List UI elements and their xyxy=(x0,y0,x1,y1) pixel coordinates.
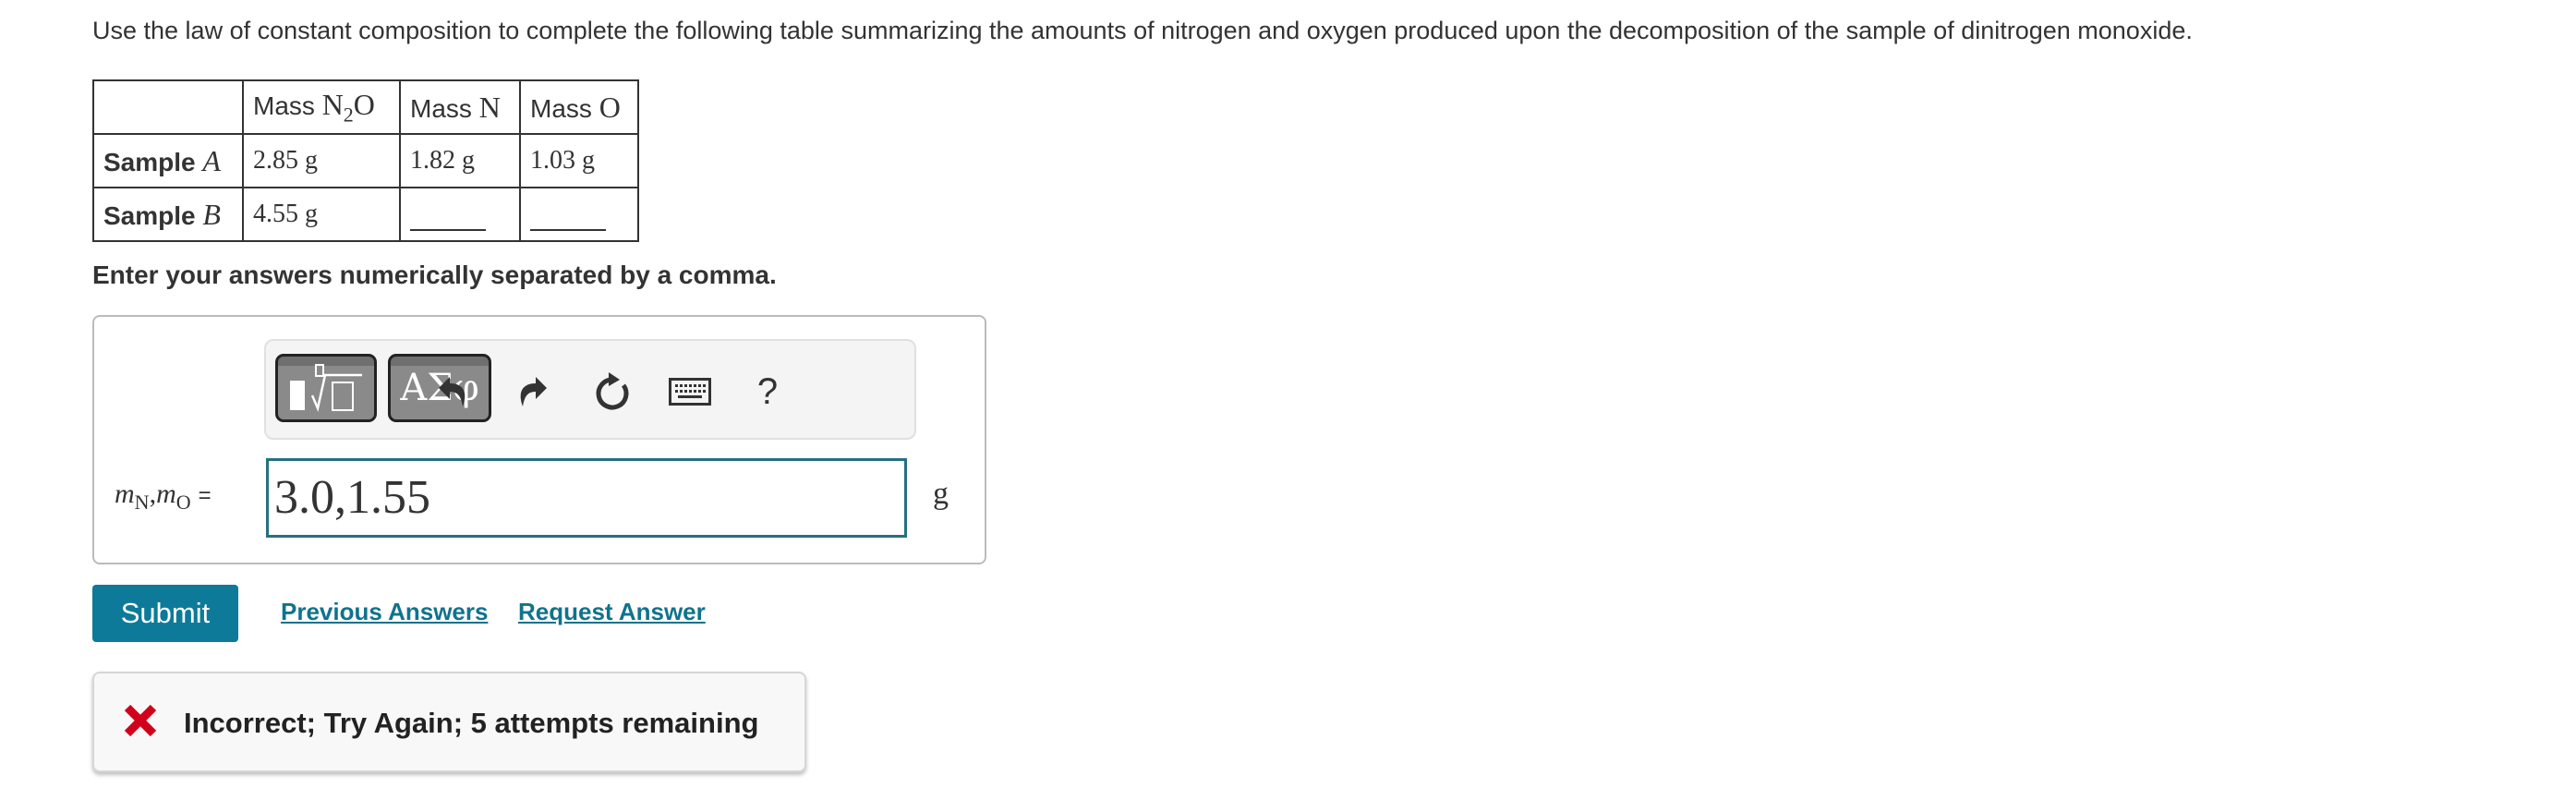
previous-answers-link[interactable]: Previous Answers xyxy=(281,598,488,626)
table-row: Sample A 2.85 g 1.82 g 1.03 g xyxy=(92,133,639,188)
table-cell-blank xyxy=(519,187,639,242)
formula: N2O xyxy=(321,87,375,126)
formula-sub: 2 xyxy=(343,103,354,127)
var-subscript: N xyxy=(134,491,150,514)
templates-button[interactable] xyxy=(275,354,377,422)
undo-button[interactable] xyxy=(430,369,477,415)
formula-main: N xyxy=(321,87,344,121)
header-text: Mass xyxy=(410,93,479,123)
blank-line xyxy=(410,211,486,231)
incorrect-x-icon xyxy=(124,702,157,739)
row-label-text: Sample xyxy=(103,200,203,230)
table-header-mass-n: Mass N xyxy=(399,79,521,135)
undo-icon xyxy=(439,377,466,406)
header-text: Mass xyxy=(253,91,322,120)
formula-main: O xyxy=(599,90,621,124)
table-cell: 2.85 g xyxy=(242,133,401,188)
table-row: Sample B 4.55 g xyxy=(92,187,639,242)
table-header-empty xyxy=(92,79,244,135)
table-cell: 4.55 g xyxy=(242,187,401,242)
header-text: Mass xyxy=(530,93,599,123)
table-header-row: Mass N2O Mass N Mass O xyxy=(92,79,639,135)
table-cell: 1.03 g xyxy=(519,133,639,188)
unit-label: g xyxy=(933,477,949,511)
formula-main: N xyxy=(478,90,501,124)
table-header-mass-o: Mass O xyxy=(519,79,639,135)
submit-button[interactable]: Submit xyxy=(92,585,238,642)
var-separator: , xyxy=(149,479,157,509)
answer-input[interactable]: 3.0,1.55 xyxy=(266,458,907,538)
equals-sign: = xyxy=(198,483,212,508)
request-answer-link[interactable]: Request Answer xyxy=(518,598,706,626)
templates-icon xyxy=(290,364,362,413)
answer-prompt: Enter your answers numerically separated… xyxy=(92,261,777,289)
keyboard-button[interactable] xyxy=(667,369,713,415)
var-symbol: m xyxy=(156,479,176,509)
row-label: Sample A xyxy=(92,133,244,188)
reset-button[interactable] xyxy=(589,369,635,415)
answer-variable-label: mN,mO = xyxy=(115,479,212,515)
help-button[interactable]: ? xyxy=(744,369,791,415)
composition-table: Mass N2O Mass N Mass O Sample A 2.85 g 1… xyxy=(92,79,639,242)
var-symbol: m xyxy=(115,479,135,509)
row-label-var: A xyxy=(202,143,221,177)
redo-icon xyxy=(520,377,547,406)
math-toolbar: ΑΣφ ? xyxy=(264,339,916,440)
var-subscript: O xyxy=(175,491,191,514)
table-cell: 1.82 g xyxy=(399,133,521,188)
reset-icon xyxy=(596,372,629,410)
table-cell-blank xyxy=(399,187,521,242)
feedback-message: Incorrect; Try Again; 5 attempts remaini… xyxy=(184,707,759,739)
question-instruction: Use the law of constant composition to c… xyxy=(92,17,2193,44)
keyboard-icon xyxy=(669,378,711,406)
table-header-mass-n2o: Mass N2O xyxy=(242,79,401,135)
row-label: Sample B xyxy=(92,187,244,242)
row-label-text: Sample xyxy=(103,147,203,176)
formula-tail: O xyxy=(353,87,375,121)
help-icon: ? xyxy=(756,370,779,412)
redo-button[interactable] xyxy=(509,369,555,415)
row-label-var: B xyxy=(202,197,221,231)
blank-line xyxy=(530,211,606,231)
